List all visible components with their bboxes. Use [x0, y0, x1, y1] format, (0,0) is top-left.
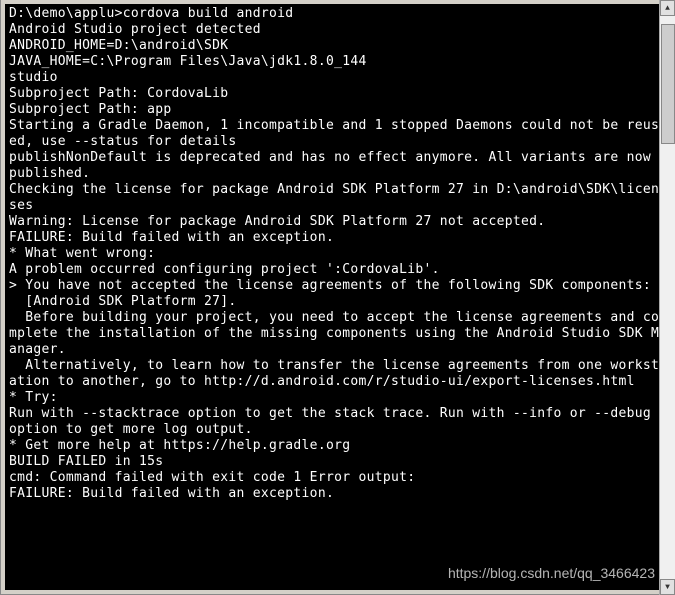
terminal-line: Before building your project, you need t…: [9, 310, 663, 358]
terminal-line: A problem occurred configuring project '…: [9, 262, 663, 278]
terminal-line: Starting a Gradle Daemon, 1 incompatible…: [9, 118, 663, 150]
terminal-line: cmd: Command failed with exit code 1 Err…: [9, 470, 663, 486]
terminal-line: Run with --stacktrace option to get the …: [9, 406, 663, 438]
terminal-line: studio: [9, 70, 663, 86]
terminal-output[interactable]: D:\demo\applu>cordova build androidAndro…: [5, 4, 667, 590]
terminal-line: * Get more help at https://help.gradle.o…: [9, 438, 663, 454]
terminal-line: JAVA_HOME=C:\Program Files\Java\jdk1.8.0…: [9, 54, 663, 70]
terminal-line: Alternatively, to learn how to transfer …: [9, 358, 663, 390]
terminal-line: * Try:: [9, 390, 663, 406]
scroll-thumb[interactable]: [661, 24, 675, 144]
terminal-line: Warning: License for package Android SDK…: [9, 214, 663, 230]
terminal-line: ANDROID_HOME=D:\android\SDK: [9, 38, 663, 54]
scroll-up-button[interactable]: ▲: [660, 0, 675, 16]
window-frame: D:\demo\applu>cordova build androidAndro…: [0, 0, 672, 595]
terminal-line: * What went wrong:: [9, 246, 663, 262]
terminal-line: Subproject Path: app: [9, 102, 663, 118]
terminal-line: D:\demo\applu>cordova build android: [9, 6, 663, 22]
scroll-down-button[interactable]: ▼: [660, 579, 675, 595]
chevron-up-icon: ▲: [665, 4, 670, 13]
terminal-line: FAILURE: Build failed with an exception.: [9, 486, 663, 502]
terminal-line: > You have not accepted the license agre…: [9, 278, 663, 294]
terminal-line: publishNonDefault is deprecated and has …: [9, 150, 663, 182]
terminal-line: [Android SDK Platform 27].: [9, 294, 663, 310]
terminal-line: BUILD FAILED in 15s: [9, 454, 663, 470]
terminal-line: Checking the license for package Android…: [9, 182, 663, 214]
terminal-line: FAILURE: Build failed with an exception.: [9, 230, 663, 246]
vertical-scrollbar[interactable]: ▲ ▼: [659, 0, 675, 595]
terminal-line: Subproject Path: CordovaLib: [9, 86, 663, 102]
terminal-line: Android Studio project detected: [9, 22, 663, 38]
chevron-down-icon: ▼: [665, 583, 670, 592]
